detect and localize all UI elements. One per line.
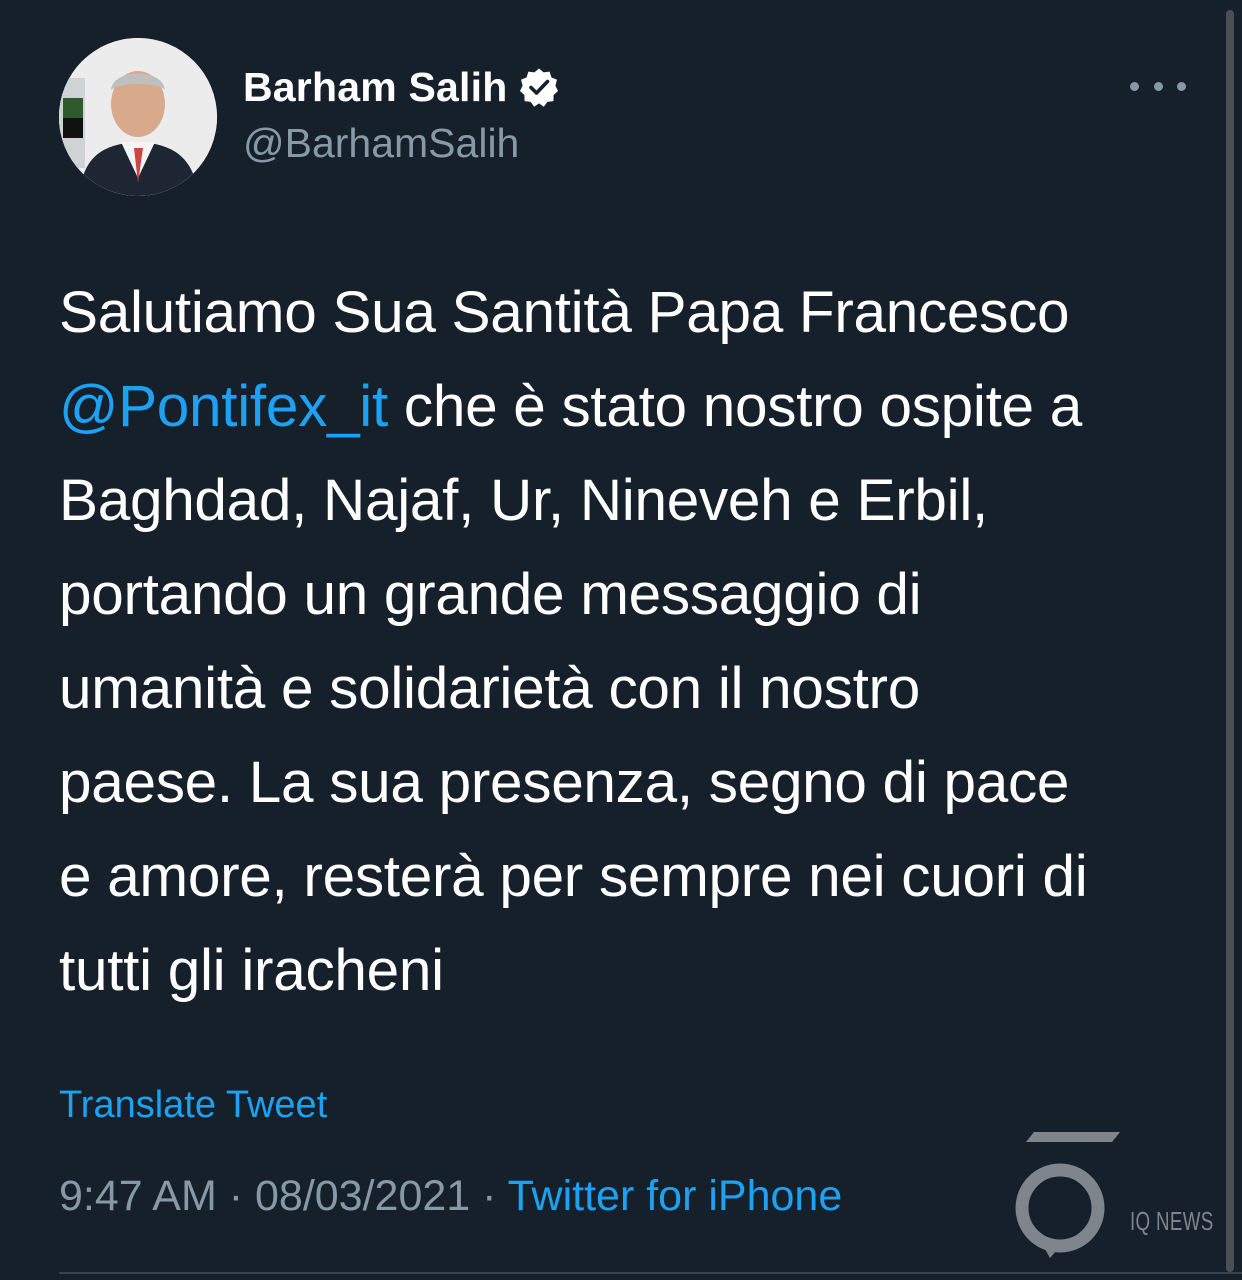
- avatar[interactable]: [59, 38, 217, 196]
- author-name-row[interactable]: Barham Salih: [243, 62, 559, 112]
- display-name[interactable]: Barham Salih: [243, 64, 507, 111]
- tweet-text-line: e amore, resterà per sempre nei cuori di: [59, 830, 1209, 924]
- tweet-text-line: @Pontifex_it che è stato nostro ospite a: [59, 360, 1209, 454]
- tweet-detail: Barham Salih @BarhamSalih Salutiamo Sua …: [0, 0, 1242, 1280]
- tweet-text-segment: umanità e solidarietà con il nostro: [59, 656, 920, 721]
- tweet-date: 08/03/2021: [254, 1172, 471, 1220]
- more-dot: [1153, 81, 1163, 91]
- tweet-text-line: umanità e solidarietà con il nostro: [59, 642, 1209, 736]
- tweet-text-line: portando un grande messaggio di: [59, 548, 1209, 642]
- verified-badge-icon: [520, 68, 559, 107]
- tweet-text-line: Baghdad, Najaf, Ur, Nineveh e Erbil,: [59, 454, 1209, 548]
- tweet-text-segment: tutti gli iracheni: [59, 938, 444, 1003]
- more-dot: [1130, 81, 1139, 91]
- tweet-text-segment: Baghdad, Najaf, Ur, Nineveh e Erbil,: [59, 468, 988, 533]
- more-options-icon[interactable]: [1130, 70, 1186, 102]
- tweet-meta: 9:47 AM · 08/03/2021 · Twitter for iPhon…: [59, 1172, 842, 1221]
- tweet-source-link[interactable]: Twitter for iPhone: [508, 1172, 843, 1220]
- watermark-text: IQ NEWS: [1130, 1206, 1214, 1236]
- more-dot: [1177, 81, 1186, 91]
- tweet-text: Salutiamo Sua Santità Papa Francesco @Pon…: [59, 266, 1209, 1018]
- tweet-text-segment: che è stato nostro ospite a: [387, 374, 1082, 439]
- translate-tweet-link[interactable]: Translate Tweet: [59, 1084, 327, 1127]
- tweet-text-segment: e amore, resterà per sempre nei cuori di: [59, 844, 1088, 909]
- tweet-text-segment: portando un grande messaggio di: [59, 562, 922, 627]
- author-handle[interactable]: @BarhamSalih: [243, 120, 519, 167]
- iq-news-logo-icon: [1015, 1132, 1120, 1258]
- divider: [59, 1272, 1242, 1274]
- mention-link[interactable]: @Pontifex_it: [59, 374, 388, 439]
- tweet-time: 9:47 AM: [59, 1172, 217, 1220]
- tweet-text-line: Salutiamo Sua Santità Papa Francesco: [59, 266, 1209, 360]
- tweet-text-segment: Salutiamo Sua Santità Papa Francesco: [59, 280, 1070, 345]
- profile-photo-icon: [59, 38, 217, 196]
- scrollbar[interactable]: [1226, 10, 1234, 1272]
- tweet-text-line: tutti gli iracheni: [59, 924, 1209, 1018]
- tweet-text-line: paese. La sua presenza, segno di pace: [59, 736, 1209, 830]
- meta-separator: ·: [470, 1172, 508, 1220]
- meta-separator: ·: [216, 1172, 255, 1220]
- tweet-text-segment: paese. La sua presenza, segno di pace: [59, 750, 1070, 815]
